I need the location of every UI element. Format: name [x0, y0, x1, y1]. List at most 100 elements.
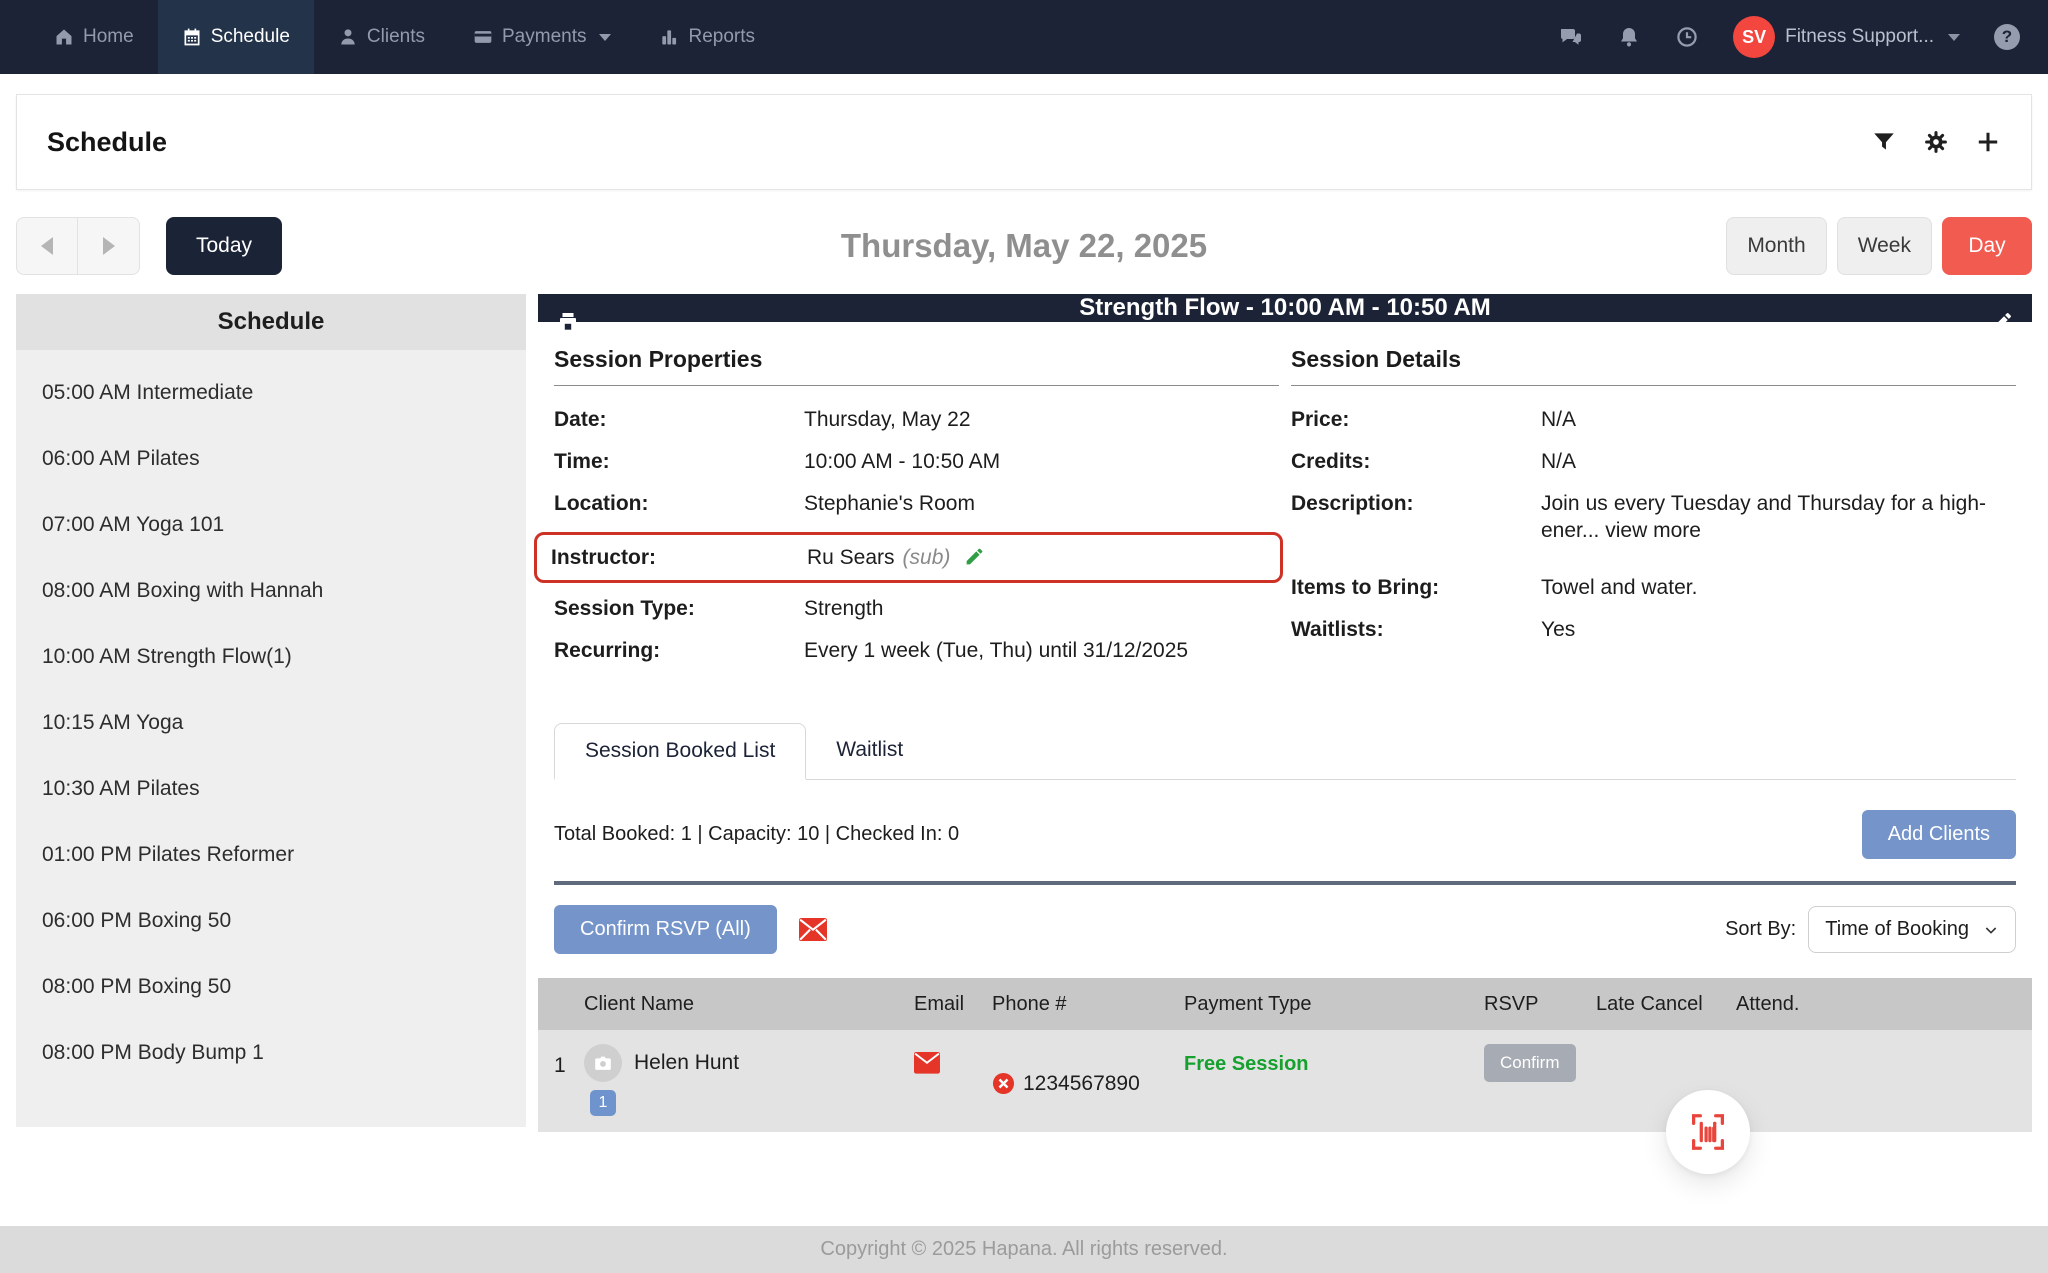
sidebar-session-item[interactable]: 01:00 PM Pilates Reformer — [16, 822, 526, 888]
top-navbar: Home Schedule Clients Payments Reports S… — [0, 0, 2048, 74]
print-icon[interactable] — [556, 310, 580, 334]
prev-day-button[interactable] — [16, 217, 78, 275]
nav-item-home[interactable]: Home — [30, 0, 158, 74]
session-properties: Session Properties Date: Thursday, May 2… — [534, 346, 1283, 679]
view-day-button[interactable]: Day — [1942, 217, 2032, 275]
confirm-rsvp-button[interactable]: Confirm — [1484, 1044, 1576, 1082]
sidebar-session-item[interactable]: 07:00 AM Yoga 101 — [16, 492, 526, 558]
sub-note: (sub) — [902, 546, 951, 569]
session-panel-header: Strength Flow - 10:00 AM - 10:50 AM — [538, 294, 2032, 332]
detail-row-price: Price: N/A — [1291, 408, 1577, 431]
detail-row-description: Description: Join us every Tuesday and T… — [1291, 492, 1986, 542]
nav-menu: Home Schedule Clients Payments Reports — [30, 0, 779, 74]
calendar-icon — [182, 27, 202, 47]
sort-by-value: Time of Booking — [1825, 918, 1969, 940]
property-row-instructor-highlighted: Instructor: Ru Sears (sub) — [534, 532, 1283, 583]
nav-item-reports[interactable]: Reports — [635, 0, 779, 74]
row-index: 1 — [554, 1054, 566, 1077]
today-button[interactable]: Today — [166, 217, 283, 275]
nav-item-clients[interactable]: Clients — [314, 0, 449, 74]
table-header-row: Client Name Email Phone # Payment Type R… — [538, 978, 2032, 1030]
sort-by-label: Sort By: — [1725, 918, 1797, 940]
phone-number: 1234567890 — [1023, 1071, 1140, 1095]
chevron-left-icon — [41, 237, 53, 255]
account-label: Fitness Support... — [1785, 26, 1934, 47]
copyright-text: Copyright © 2025 Hapana. All rights rese… — [820, 1238, 1228, 1260]
help-icon[interactable]: ? — [1994, 24, 2020, 50]
sidebar-session-item[interactable]: 10:15 AM Yoga — [16, 690, 526, 756]
client-cell: Helen Hunt 1 — [584, 1044, 914, 1116]
nav-item-payments[interactable]: Payments — [449, 0, 635, 74]
sort-by-select[interactable]: Time of Booking — [1808, 906, 2016, 953]
phone-cell: 1234567890 — [992, 1044, 1184, 1116]
account-menu[interactable]: SV Fitness Support... — [1733, 16, 1960, 58]
add-icon[interactable] — [1975, 129, 2001, 155]
tab-session-booked-list[interactable]: Session Booked List — [554, 723, 807, 780]
payment-type: Free Session — [1184, 1053, 1309, 1075]
session-details: Session Details Price: N/A Credits: N/A … — [1291, 346, 2016, 679]
settings-icon[interactable] — [1923, 129, 1949, 155]
property-row-date: Date: Thursday, May 22 — [554, 408, 971, 431]
col-email: Email — [914, 992, 965, 1015]
col-rsvp: RSVP — [1484, 992, 1539, 1015]
email-icon[interactable] — [914, 1052, 940, 1074]
col-attend: Attend. — [1736, 992, 1800, 1015]
pencil-icon[interactable] — [964, 546, 985, 567]
view-week-button[interactable]: Week — [1836, 217, 1932, 275]
nav-label: Home — [83, 26, 134, 47]
schedule-sidebar: Schedule 05:00 AM Intermediate 06:00 AM … — [16, 294, 526, 1127]
booking-count-badge: 1 — [590, 1090, 616, 1116]
view-month-button[interactable]: Month — [1726, 217, 1827, 275]
bell-icon[interactable] — [1617, 25, 1641, 49]
attend-cell — [1736, 1044, 1886, 1116]
confirm-rsvp-all-button[interactable]: Confirm RSVP (All) — [554, 905, 777, 954]
detail-row-waitlists: Waitlists: Yes — [1291, 618, 1576, 641]
sidebar-session-item[interactable]: 08:00 AM Boxing with Hannah — [16, 558, 526, 624]
next-day-button[interactable] — [78, 217, 140, 275]
invalid-phone-icon — [992, 1072, 1015, 1095]
nav-item-schedule[interactable]: Schedule — [157, 0, 314, 74]
nav-label: Clients — [366, 26, 425, 47]
avatar: SV — [1733, 16, 1776, 58]
col-payment-type: Payment Type — [1184, 992, 1312, 1015]
divider — [554, 881, 2016, 885]
nav-right-cluster: SV Fitness Support... ? — [1559, 0, 2020, 74]
chat-icon[interactable] — [1559, 25, 1583, 49]
booking-tabs: Session Booked List Waitlist — [554, 723, 2016, 780]
sidebar-session-item[interactable]: 05:00 AM Intermediate — [16, 360, 526, 426]
rsvp-actions-row: Confirm RSVP (All) Sort By: Time of Book… — [554, 905, 2016, 954]
clients-icon — [338, 27, 358, 47]
chevron-down-icon — [1983, 922, 1999, 938]
detail-row-credits: Credits: N/A — [1291, 450, 1577, 473]
col-client-name: Client Name — [584, 992, 695, 1015]
sidebar-session-item[interactable]: 06:00 PM Boxing 50 — [16, 888, 526, 954]
chevron-down-icon — [1948, 33, 1960, 41]
sidebar-session-item[interactable]: 06:00 AM Pilates — [16, 426, 526, 492]
home-icon — [54, 27, 74, 47]
sidebar-session-item[interactable]: 10:30 AM Pilates — [16, 756, 526, 822]
client-name: Helen Hunt — [634, 1051, 740, 1074]
scan-barcode-button[interactable] — [1666, 1090, 1750, 1174]
booking-summary: Total Booked: 1 | Capacity: 10 | Checked… — [554, 823, 960, 845]
edit-session-icon[interactable] — [1990, 310, 2014, 334]
nav-label: Schedule — [210, 26, 290, 47]
session-title: Strength Flow - 10:00 AM - 10:50 AM — [1079, 294, 1491, 321]
property-row-recurring: Recurring: Every 1 week (Tue, Thu) until… — [554, 639, 1189, 662]
section-heading: Session Properties — [554, 346, 1279, 386]
tab-waitlist[interactable]: Waitlist — [806, 723, 933, 779]
clock-icon[interactable] — [1675, 25, 1699, 49]
sidebar-session-item[interactable]: 10:00 AM Strength Flow(1) — [16, 624, 526, 690]
sidebar-title: Schedule — [16, 294, 526, 350]
send-email-icon[interactable] — [798, 917, 827, 942]
reports-icon — [659, 27, 679, 47]
section-heading: Session Details — [1291, 346, 2016, 386]
client-avatar — [584, 1044, 622, 1082]
sidebar-session-item[interactable]: 08:00 PM Body Bump 1 — [16, 1020, 526, 1086]
col-late-cancel: Late Cancel — [1596, 992, 1703, 1015]
barcode-icon — [1691, 1114, 1725, 1150]
view-more-link[interactable]: view more — [1605, 519, 1701, 542]
add-clients-button[interactable]: Add Clients — [1861, 810, 2016, 859]
filter-icon[interactable] — [1871, 129, 1897, 155]
sidebar-session-item[interactable]: 08:00 PM Boxing 50 — [16, 954, 526, 1020]
detail-row-items-to-bring: Items to Bring: Towel and water. — [1291, 576, 1698, 599]
